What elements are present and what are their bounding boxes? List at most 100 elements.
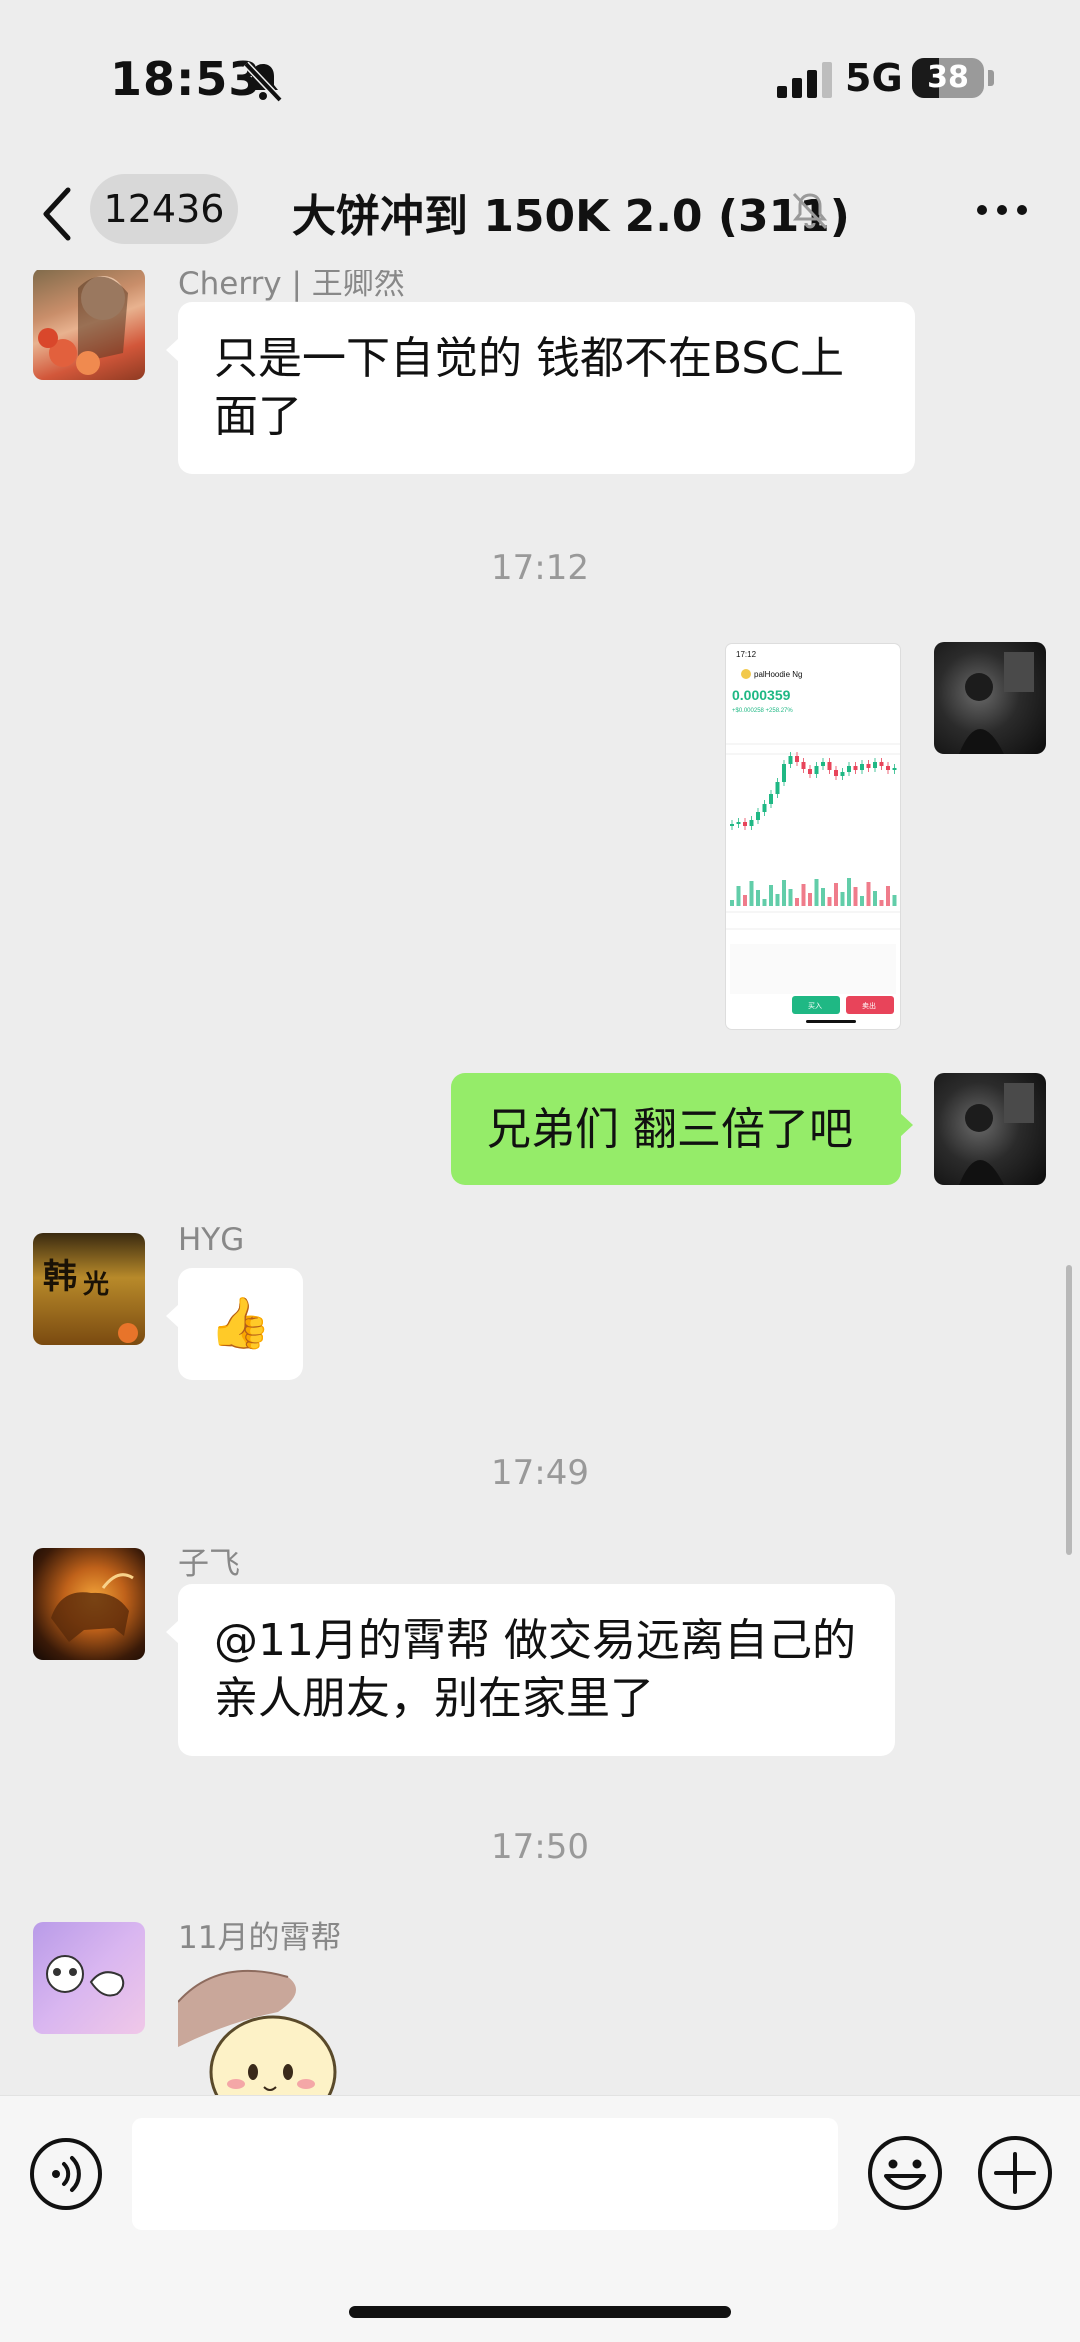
avatar-zifei[interactable]: [33, 1548, 145, 1660]
volume-bar: [873, 891, 877, 906]
candle-body: [801, 762, 806, 769]
trading-app-screenshot: 17:12 palHoodie Ng 0.000359 +$0.000258 +…: [726, 650, 900, 1023]
candle-body: [873, 762, 877, 768]
plus-circle-icon[interactable]: [976, 2134, 1054, 2212]
volume-bar: [749, 881, 754, 906]
avatar-photo: [959, 1083, 1034, 1185]
volume-bar: [814, 879, 819, 906]
message-bubble[interactable]: @11月的霄帮 做交易远离自己的亲人朋友，别在家里了: [166, 1584, 895, 1756]
candle-body: [814, 766, 819, 774]
svg-text:韩: 韩: [43, 1257, 77, 1297]
message-timestamp: 17:12: [491, 548, 589, 588]
volume-bar: [775, 894, 780, 906]
candle-body: [769, 794, 773, 804]
candle-body: [762, 804, 767, 812]
candle-body: [866, 764, 871, 768]
battery-percent: 38: [927, 60, 969, 95]
chat-message-list[interactable]: Cherry | 王卿然 只是一下自觉的 钱都不在BSC上面了 17:12 17…: [0, 270, 1080, 2095]
volume-bar: [834, 883, 838, 906]
candle-body: [860, 764, 864, 770]
message-input-bar: [0, 2095, 1080, 2342]
network-type: 5G: [845, 56, 903, 100]
message-input[interactable]: [132, 2118, 838, 2230]
avatar-cherry[interactable]: [33, 270, 145, 380]
message-timestamp: 17:50: [491, 1827, 589, 1867]
candle-body: [840, 772, 845, 776]
avatar-hyg[interactable]: 韩 光: [33, 1233, 145, 1345]
volume-bar: [730, 900, 734, 906]
volume-bar: [743, 895, 747, 906]
shot-price: 0.000359: [732, 687, 791, 703]
sender-name: 子飞: [178, 1546, 240, 1582]
shot-sell-button: 卖出: [862, 1001, 876, 1010]
message-timestamp: 17:49: [491, 1453, 589, 1493]
candle-body: [736, 822, 741, 824]
unread-count-badge[interactable]: 12436: [90, 174, 238, 244]
avatar-photo: [38, 276, 128, 375]
more-dots-icon[interactable]: [975, 200, 1029, 220]
shared-screenshot-image[interactable]: 17:12 palHoodie Ng 0.000359 +$0.000258 +…: [726, 644, 900, 1029]
volume-bar: [782, 880, 786, 906]
avatar-photo: [46, 1955, 125, 1997]
avatar-photo: [959, 652, 1034, 754]
volume-bar: [762, 899, 767, 906]
sticker-image[interactable]: [178, 1962, 358, 2095]
candle-body: [782, 764, 786, 782]
candle-body: [886, 766, 890, 770]
chevron-left-icon[interactable]: [38, 184, 78, 244]
volume-bar: [853, 887, 858, 906]
message-bubble[interactable]: 👍: [166, 1268, 303, 1380]
avatar-photo: [51, 1573, 134, 1642]
avatar-xiaobang[interactable]: [33, 1922, 145, 2034]
sender-name: 11月的霄帮: [178, 1920, 342, 1956]
status-time: 18:53: [110, 52, 262, 106]
volume-bar: [840, 892, 845, 906]
bell-slash-icon: [243, 61, 283, 103]
candle-body: [795, 756, 799, 762]
avatar-self[interactable]: [934, 642, 1046, 754]
volume-bar: [808, 893, 812, 906]
volume-bar: [892, 895, 897, 906]
battery-tip: [988, 70, 994, 86]
candle-body: [879, 762, 884, 766]
candle-body: [749, 820, 754, 826]
volume-bar: [788, 889, 793, 906]
avatar-self[interactable]: [934, 1073, 1046, 1185]
candle-body: [892, 768, 897, 770]
sender-name: HYG: [178, 1222, 245, 1258]
volume-bar: [886, 886, 890, 906]
volume-bar: [795, 898, 799, 906]
volume-bar: [827, 897, 832, 906]
volume-bar: [847, 878, 851, 906]
signal-icon: [777, 62, 832, 98]
candle-body: [743, 822, 747, 826]
battery-indicator: 38: [912, 58, 984, 98]
candle-body: [847, 766, 851, 772]
candle-body: [853, 766, 858, 770]
candle-body: [827, 762, 832, 770]
message-bubble-self[interactable]: 兄弟们 翻三倍了吧: [451, 1073, 913, 1185]
emoji-icon[interactable]: [866, 2134, 944, 2212]
home-indicator: [349, 2306, 731, 2318]
volume-bar: [801, 884, 806, 906]
volume-bar: [860, 896, 864, 906]
chat-title[interactable]: 大饼冲到 150K 2.0 (311): [292, 180, 850, 244]
bell-slash-icon: [792, 192, 828, 230]
volume-bar: [756, 890, 760, 906]
shot-pair: palHoodie Ng: [754, 670, 802, 679]
sender-name: Cherry | 王卿然: [178, 270, 405, 302]
candle-body: [775, 782, 780, 794]
volume-bar: [736, 886, 741, 906]
voice-icon[interactable]: [28, 2136, 104, 2212]
message-bubble[interactable]: 只是一下自觉的 钱都不在BSC上面了: [166, 302, 915, 474]
chat-scrollbar[interactable]: [1066, 1265, 1072, 1555]
volume-bar: [769, 885, 773, 906]
avatar-photo: 韩 光: [43, 1257, 138, 1343]
status-bar: 18:53 5G 38: [0, 0, 1080, 160]
volume-bars: [730, 878, 897, 906]
svg-text:光: 光: [82, 1270, 109, 1300]
candle-body: [821, 762, 825, 766]
shot-change: +$0.000258 +258.27%: [732, 708, 793, 714]
volume-bar: [866, 882, 871, 906]
candle-body: [788, 756, 793, 764]
